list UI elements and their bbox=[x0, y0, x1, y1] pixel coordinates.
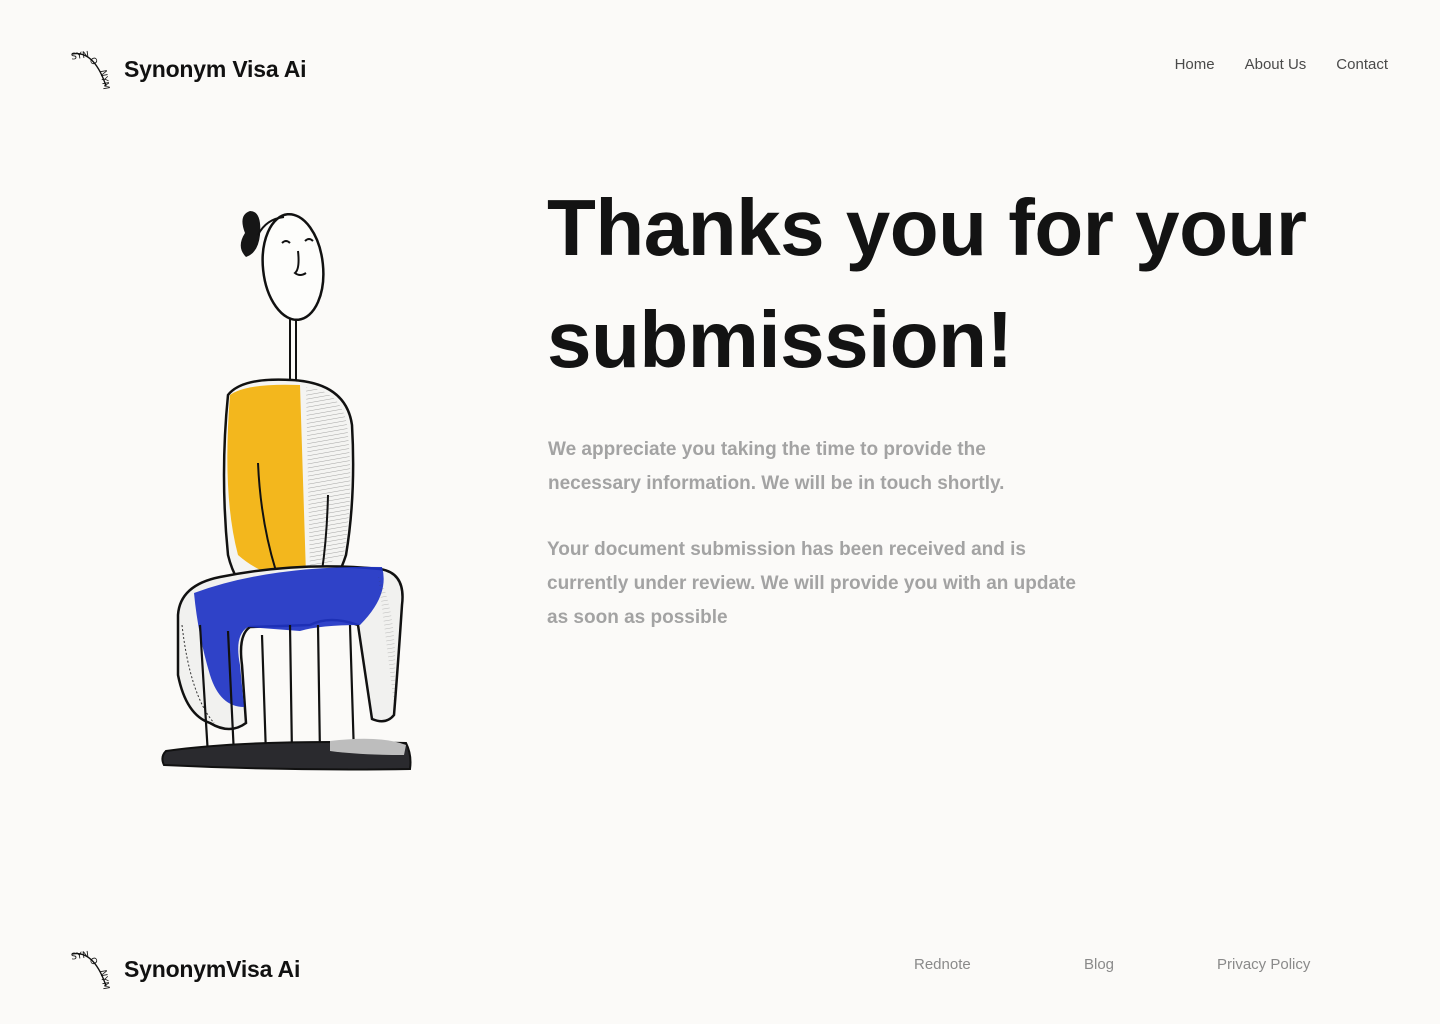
brand-name: Synonym Visa Ai bbox=[124, 55, 307, 82]
logo-icon: SYN O NYM bbox=[70, 50, 110, 90]
seated-figure-illustration bbox=[161, 211, 412, 771]
page: SYN O NYM Synonym Visa Ai Home About Us … bbox=[0, 0, 1440, 1024]
thank-you-message: We appreciate you taking the time to pro… bbox=[548, 439, 1005, 494]
footer-links: Rednote Blog Privacy Policy bbox=[914, 956, 1334, 976]
footer-link-rednote[interactable]: Rednote bbox=[914, 956, 971, 973]
footer-link-privacy-policy[interactable]: Privacy Policy bbox=[1217, 956, 1310, 973]
footer-brand[interactable]: SYN O NYM SynonymVisa Ai bbox=[70, 948, 300, 990]
header-brand[interactable]: SYN O NYM Synonym Visa Ai bbox=[70, 48, 306, 90]
nav-home-link[interactable]: Home bbox=[1175, 56, 1215, 73]
nav-contact-link[interactable]: Contact bbox=[1336, 56, 1388, 73]
footer-link-blog[interactable]: Blog bbox=[1084, 956, 1114, 973]
footer-brand-name: SynonymVisa Ai bbox=[124, 955, 301, 982]
top-nav: Home About Us Contact bbox=[1175, 56, 1388, 73]
review-status-message: Your document submission has been receiv… bbox=[547, 539, 1076, 628]
footer-logo-icon: SYN O NYM bbox=[70, 950, 110, 990]
page-title: Thanks you for your submission! bbox=[547, 183, 1307, 384]
nav-about-link[interactable]: About Us bbox=[1245, 56, 1307, 73]
